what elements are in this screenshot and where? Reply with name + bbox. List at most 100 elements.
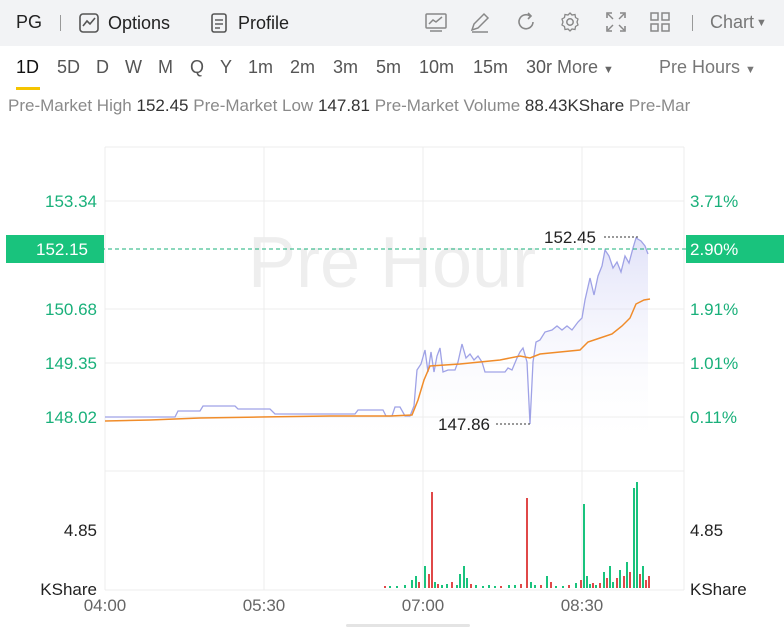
volume-bar xyxy=(404,585,406,588)
period-2m[interactable]: 2m xyxy=(290,57,315,78)
volume-bar xyxy=(580,580,582,588)
volume-tick-label: 4.85 xyxy=(690,521,723,540)
volume-bar xyxy=(526,498,528,588)
profile-tab[interactable]: Profile xyxy=(208,12,289,34)
volume-bar xyxy=(568,585,570,588)
period-30m[interactable]: 30r xyxy=(526,57,552,78)
current-percent-value: 2.90% xyxy=(690,240,738,259)
period-1m[interactable]: 1m xyxy=(248,57,273,78)
volume-bar xyxy=(586,576,588,588)
period-5m[interactable]: 5m xyxy=(376,57,401,78)
volume-bar xyxy=(589,584,591,588)
volume-bar xyxy=(623,576,625,588)
period-1d[interactable]: 1D xyxy=(16,57,39,78)
active-period-underline xyxy=(16,87,40,90)
volume-bar xyxy=(583,504,585,588)
volume-bar xyxy=(431,492,433,588)
refresh-icon[interactable] xyxy=(514,10,538,34)
low-label: Pre-Market Low xyxy=(193,96,314,115)
more-periods-dropdown[interactable]: More ▼ xyxy=(557,57,614,78)
symbol-label: PG xyxy=(16,12,43,32)
volume-bar xyxy=(592,583,594,588)
volume-bar xyxy=(636,482,638,588)
volume-bar xyxy=(424,566,426,588)
chart-menu-label: Chart xyxy=(710,12,755,32)
volume-bar xyxy=(633,488,635,588)
percent-tick-label: 1.01% xyxy=(690,354,738,373)
grid-layout-icon[interactable] xyxy=(648,10,672,34)
volume-bar xyxy=(534,585,536,588)
volume-bar xyxy=(562,586,564,588)
draw-pen-icon[interactable] xyxy=(468,10,492,34)
volume-bar xyxy=(508,585,510,588)
volume-bar xyxy=(434,582,436,588)
period-month[interactable]: M xyxy=(158,57,173,78)
chart-watermark: Pre Hour xyxy=(248,223,536,303)
period-3m[interactable]: 3m xyxy=(333,57,358,78)
period-selector: 1D 5D D W M Q Y 1m 2m 3m 5m 10m 15m 30r … xyxy=(0,46,784,90)
volume-bar xyxy=(645,580,647,588)
price-chart[interactable]: Pre Hour 152.45 147.86 153.34 150.68 149… xyxy=(0,120,784,628)
volume-bar xyxy=(609,566,611,588)
volume-bar xyxy=(463,566,465,588)
current-percent-badge: 2.90% xyxy=(686,235,784,263)
period-year[interactable]: Y xyxy=(220,57,232,78)
volume-bar xyxy=(441,585,443,588)
period-day[interactable]: D xyxy=(96,57,109,78)
options-tab[interactable]: Options xyxy=(78,12,170,34)
volume-bar xyxy=(595,585,597,588)
low-value: 147.81 xyxy=(317,96,370,115)
fullscreen-icon[interactable] xyxy=(604,10,628,34)
volume-bar xyxy=(500,586,502,588)
period-5d[interactable]: 5D xyxy=(57,57,80,78)
settings-gear-icon[interactable] xyxy=(558,10,582,34)
price-tick-label: 149.35 xyxy=(45,354,97,373)
low-annotation-label: 147.86 xyxy=(438,415,490,434)
chart-menu[interactable]: Chart ▼ xyxy=(710,12,767,33)
current-price-value: 152.15 xyxy=(36,240,88,259)
volume-bar xyxy=(411,580,413,588)
volume-bar xyxy=(475,585,477,588)
chart-indicator-icon[interactable] xyxy=(424,10,448,34)
time-tick-label: 04:00 xyxy=(84,596,127,615)
volume-bar xyxy=(555,586,557,588)
volume-bar xyxy=(389,586,391,588)
high-label: Pre-Market High xyxy=(8,96,132,115)
caret-down-icon: ▼ xyxy=(603,64,614,76)
premarket-stats: Pre-Market High 152.45 Pre-Market Low 14… xyxy=(8,96,784,116)
volume-bars xyxy=(384,482,650,588)
percent-tick-label: 1.91% xyxy=(690,300,738,319)
divider xyxy=(60,15,61,31)
time-tick-label: 05:30 xyxy=(243,596,286,615)
percent-tick-label: 3.71% xyxy=(690,192,738,211)
volume-bar xyxy=(451,582,453,588)
time-tick-label: 07:00 xyxy=(402,596,445,615)
period-week[interactable]: W xyxy=(125,57,142,78)
session-label: Pre Hours xyxy=(659,57,741,77)
high-annotation: 152.45 xyxy=(544,228,638,247)
time-tick-label: 08:30 xyxy=(561,596,604,615)
volume-bar xyxy=(550,582,552,588)
high-value: 152.45 xyxy=(136,96,189,115)
period-quarter[interactable]: Q xyxy=(190,57,204,78)
volume-bar xyxy=(530,582,532,588)
session-dropdown[interactable]: Pre Hours ▼ xyxy=(659,57,756,78)
period-15m[interactable]: 15m xyxy=(473,57,508,78)
period-10m[interactable]: 10m xyxy=(419,57,454,78)
volume-bar xyxy=(488,585,490,588)
volume-bar xyxy=(619,570,621,588)
volume-bar xyxy=(428,574,430,588)
volume-bar xyxy=(384,586,386,588)
volume-bar xyxy=(540,585,542,588)
volume-bar xyxy=(437,584,439,588)
volume-bar xyxy=(494,586,496,588)
chart-scroll-handle[interactable] xyxy=(346,624,470,627)
top-toolbar: PG Options Profile Chart ▼ xyxy=(0,0,784,46)
price-tick-label: 153.34 xyxy=(45,192,97,211)
volume-value: 88.43KShare xyxy=(524,96,625,115)
trailing-stat-label: Pre-Mar xyxy=(628,96,691,115)
volume-bar xyxy=(606,578,608,588)
options-label: Options xyxy=(108,12,171,33)
caret-down-icon: ▼ xyxy=(756,16,767,29)
volume-bar xyxy=(639,574,641,588)
